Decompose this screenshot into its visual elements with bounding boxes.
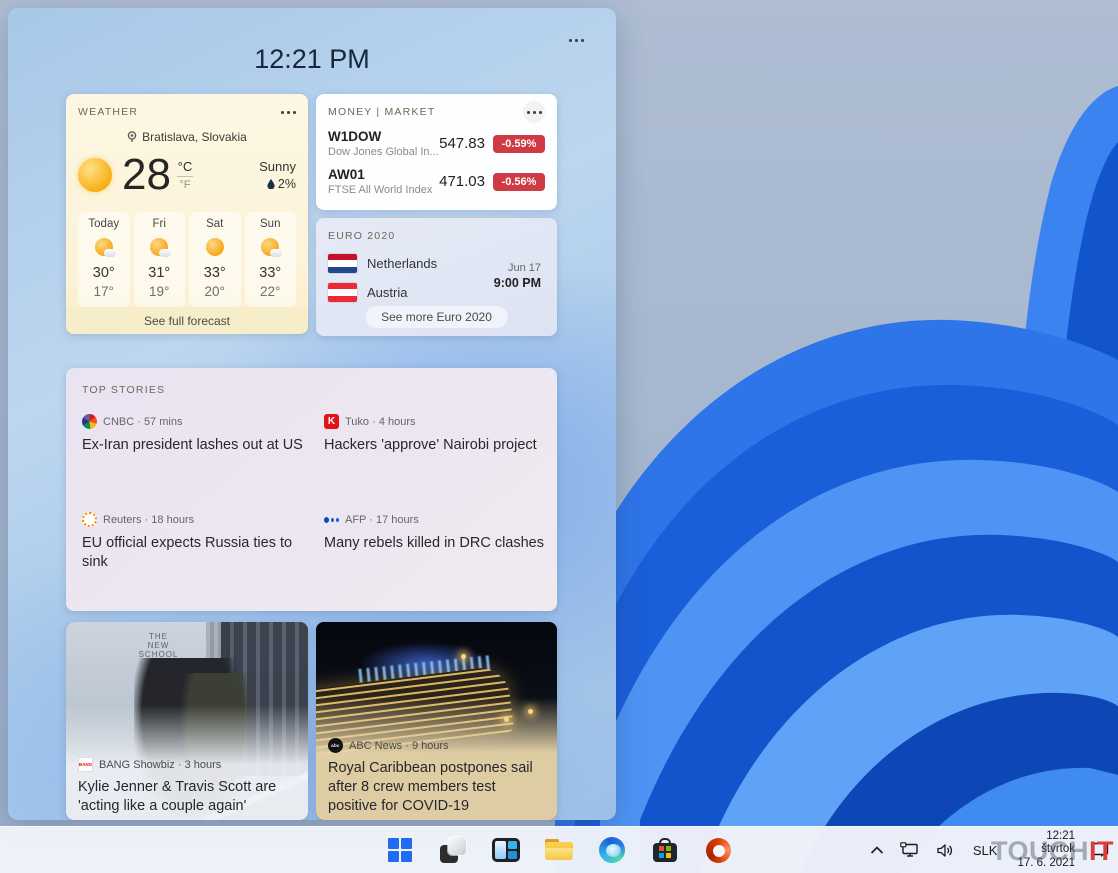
- market-row-w1dow[interactable]: W1DOW Dow Jones Global In... 547.83 -0.5…: [328, 129, 545, 158]
- network-icon: [900, 842, 918, 857]
- widgets-icon: [492, 838, 520, 862]
- market-more-options-button[interactable]: [523, 101, 545, 123]
- sun-cloud-icon: [149, 237, 172, 257]
- tray-weekday: štvrtok: [1041, 843, 1075, 856]
- tray-date: 17. 6. 2021: [1017, 856, 1075, 869]
- weather-more-options-button[interactable]: [281, 110, 296, 114]
- story-headline[interactable]: Ex-Iran president lashes out at US: [82, 436, 307, 455]
- office-icon: [705, 837, 731, 863]
- celsius-label[interactable]: °C: [178, 159, 193, 174]
- euro-title: EURO 2020: [328, 230, 396, 242]
- euro-2020-widget[interactable]: EURO 2020 Netherlands Austria Jun 17 9:0…: [316, 218, 557, 336]
- notification-center-button[interactable]: [1089, 831, 1112, 869]
- task-view-icon: [440, 837, 466, 863]
- fahrenheit-label[interactable]: °F: [179, 179, 190, 191]
- chevron-up-icon: [870, 845, 883, 854]
- taskbar: SLK 12:21 štvrtok 17. 6. 2021: [0, 826, 1118, 873]
- show-hidden-icons-button[interactable]: [867, 831, 887, 869]
- bang-showbiz-logo-icon: BANG: [78, 757, 93, 772]
- start-button[interactable]: [381, 830, 419, 870]
- see-full-forecast-button[interactable]: See full forecast: [66, 307, 308, 334]
- sun-cloud-icon: [94, 237, 116, 257]
- austria-flag-icon: [328, 283, 357, 302]
- sun-icon: [78, 158, 112, 192]
- notification-icon: [1092, 842, 1109, 857]
- news-headline[interactable]: Royal Caribbean postpones sail after 8 c…: [328, 759, 547, 816]
- volume-button[interactable]: [933, 831, 957, 869]
- droplet-icon: [267, 179, 275, 189]
- office-button[interactable]: [699, 830, 737, 870]
- unit-toggle[interactable]: °C °F: [176, 159, 193, 191]
- clock-and-date[interactable]: 12:21 štvrtok 17. 6. 2021: [1013, 829, 1079, 869]
- story-item[interactable]: CNBC · 57 mins Ex-Iran president lashes …: [82, 414, 307, 455]
- location-pin-icon: [127, 131, 137, 142]
- volume-icon: [937, 843, 952, 857]
- abc-news-logo-icon: abc: [328, 738, 343, 753]
- reuters-logo-icon: [82, 512, 97, 527]
- news-card-cruise[interactable]: abc ABC News · 9 hours Royal Caribbean p…: [316, 622, 557, 820]
- story-headline[interactable]: Many rebels killed in DRC clashes: [324, 534, 549, 553]
- see-more-euro-button[interactable]: See more Euro 2020: [365, 306, 508, 328]
- money-market-widget[interactable]: MONEY | MARKET W1DOW Dow Jones Global In…: [316, 94, 557, 210]
- file-explorer-button[interactable]: [540, 830, 578, 870]
- file-explorer-icon: [545, 838, 573, 862]
- sun-cloud-icon: [260, 237, 283, 257]
- story-item[interactable]: AFP · 17 hours Many rebels killed in DRC…: [324, 512, 549, 553]
- afp-logo-icon: [324, 512, 339, 527]
- news-card-kylie[interactable]: THE NEW SCHOOL BANG BANG Showbiz · 3 hou…: [66, 622, 308, 820]
- weather-condition: Sunny: [259, 159, 296, 174]
- top-stories-widget: TOP STORIES CNBC · 57 mins Ex-Iran presi…: [66, 368, 557, 611]
- edge-button[interactable]: [593, 830, 631, 870]
- cnbc-logo-icon: [82, 414, 97, 429]
- story-item[interactable]: Reuters · 18 hours EU official expects R…: [82, 512, 307, 572]
- precipitation-chance: 2%: [277, 177, 296, 191]
- desktop: 12:21 PM WEATHER Bratislava, Slovakia 28: [0, 0, 1118, 873]
- weather-location[interactable]: Bratislava, Slovakia: [78, 130, 296, 144]
- market-title: MONEY | MARKET: [328, 106, 436, 118]
- story-headline[interactable]: Hackers 'approve' Nairobi project: [324, 436, 549, 455]
- market-row-aw01[interactable]: AW01 FTSE All World Index 471.03 -0.56%: [328, 167, 545, 196]
- netherlands-flag-icon: [328, 254, 357, 273]
- forecast-day-sun[interactable]: Sun 33° 22°: [244, 212, 296, 307]
- forecast-day-today[interactable]: Today 30° 17°: [78, 212, 130, 307]
- top-stories-title: TOP STORIES: [82, 384, 166, 396]
- news-headline[interactable]: Kylie Jenner & Travis Scott are 'acting …: [78, 778, 298, 816]
- panel-more-options-button[interactable]: [562, 32, 590, 48]
- network-button[interactable]: [897, 831, 923, 869]
- forecast-day-fri[interactable]: Fri 31° 19°: [133, 212, 185, 307]
- change-badge: -0.59%: [493, 134, 545, 153]
- tuko-logo-icon: K: [324, 414, 339, 429]
- language-indicator[interactable]: SLK: [967, 831, 1004, 869]
- microsoft-store-button[interactable]: [646, 830, 684, 870]
- forecast-day-sat[interactable]: Sat 33° 20°: [189, 212, 241, 307]
- sun-icon: [205, 237, 225, 257]
- weather-title: WEATHER: [78, 106, 139, 118]
- weather-widget[interactable]: WEATHER Bratislava, Slovakia 28 °C °F Su…: [66, 94, 308, 334]
- edge-icon: [599, 837, 625, 863]
- change-badge: -0.56%: [493, 172, 545, 191]
- panel-clock: 12:21 PM: [254, 44, 370, 74]
- widgets-panel: 12:21 PM WEATHER Bratislava, Slovakia 28: [8, 8, 616, 820]
- start-icon: [388, 838, 412, 862]
- tray-time: 12:21: [1046, 829, 1075, 842]
- story-headline[interactable]: EU official expects Russia ties to sink: [82, 534, 307, 572]
- task-view-button[interactable]: [434, 830, 472, 870]
- microsoft-store-icon: [653, 837, 677, 863]
- widgets-button[interactable]: [487, 830, 525, 870]
- match-datetime: Jun 17 9:00 PM: [493, 262, 541, 290]
- story-item[interactable]: K Tuko · 4 hours Hackers 'approve' Nairo…: [324, 414, 549, 455]
- current-temperature: 28: [122, 150, 171, 199]
